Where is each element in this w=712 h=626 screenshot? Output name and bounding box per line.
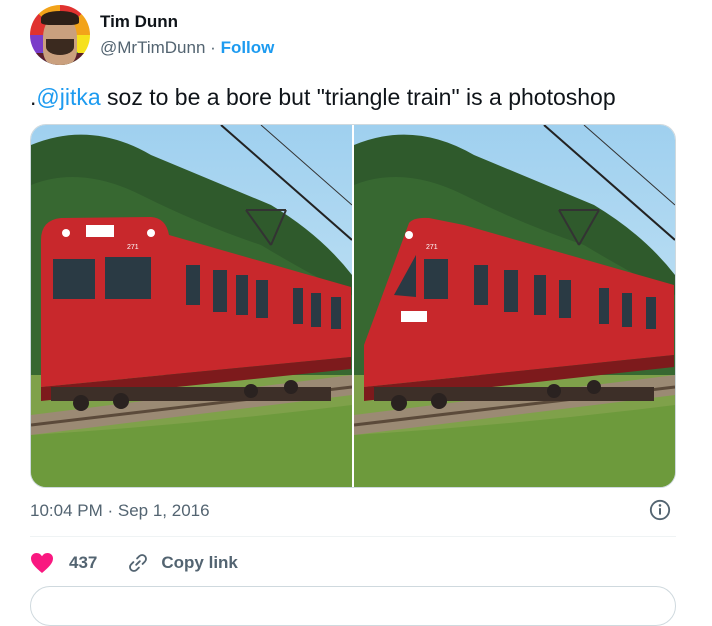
mention-link[interactable]: @jitka	[36, 84, 100, 110]
copy-link-button[interactable]: Copy link	[127, 552, 238, 574]
timestamp[interactable]: 10:04 PM · Sep 1, 2016	[30, 501, 210, 521]
separator: ·	[210, 38, 216, 57]
info-circle-icon[interactable]	[649, 499, 671, 521]
divider	[30, 536, 676, 537]
read-replies-button[interactable]	[30, 586, 676, 626]
like-count: 437	[69, 553, 98, 572]
avatar[interactable]	[30, 5, 90, 65]
photo-left[interactable]: 271	[31, 125, 352, 487]
copy-link-label: Copy link	[161, 553, 238, 572]
car-number-right: 271	[426, 244, 438, 251]
tweet-text: .@jitka soz to be a bore but "triangle t…	[30, 82, 616, 112]
follow-button[interactable]: Follow	[221, 38, 275, 57]
heart-icon	[31, 553, 53, 573]
author-name[interactable]: Tim Dunn	[100, 12, 178, 32]
like-button[interactable]: 437	[30, 552, 97, 574]
author-handle-row: @MrTimDunn · Follow	[100, 38, 274, 58]
link-icon	[129, 554, 148, 572]
author-handle[interactable]: @MrTimDunn	[100, 38, 205, 57]
photo-right[interactable]: 271	[354, 125, 675, 487]
media-container[interactable]: 271 271	[30, 124, 676, 488]
action-bar: 437 Copy link	[30, 548, 238, 578]
tweet-body: soz to be a bore but "triangle train" is…	[100, 84, 616, 110]
car-number-left: 271	[127, 244, 139, 251]
